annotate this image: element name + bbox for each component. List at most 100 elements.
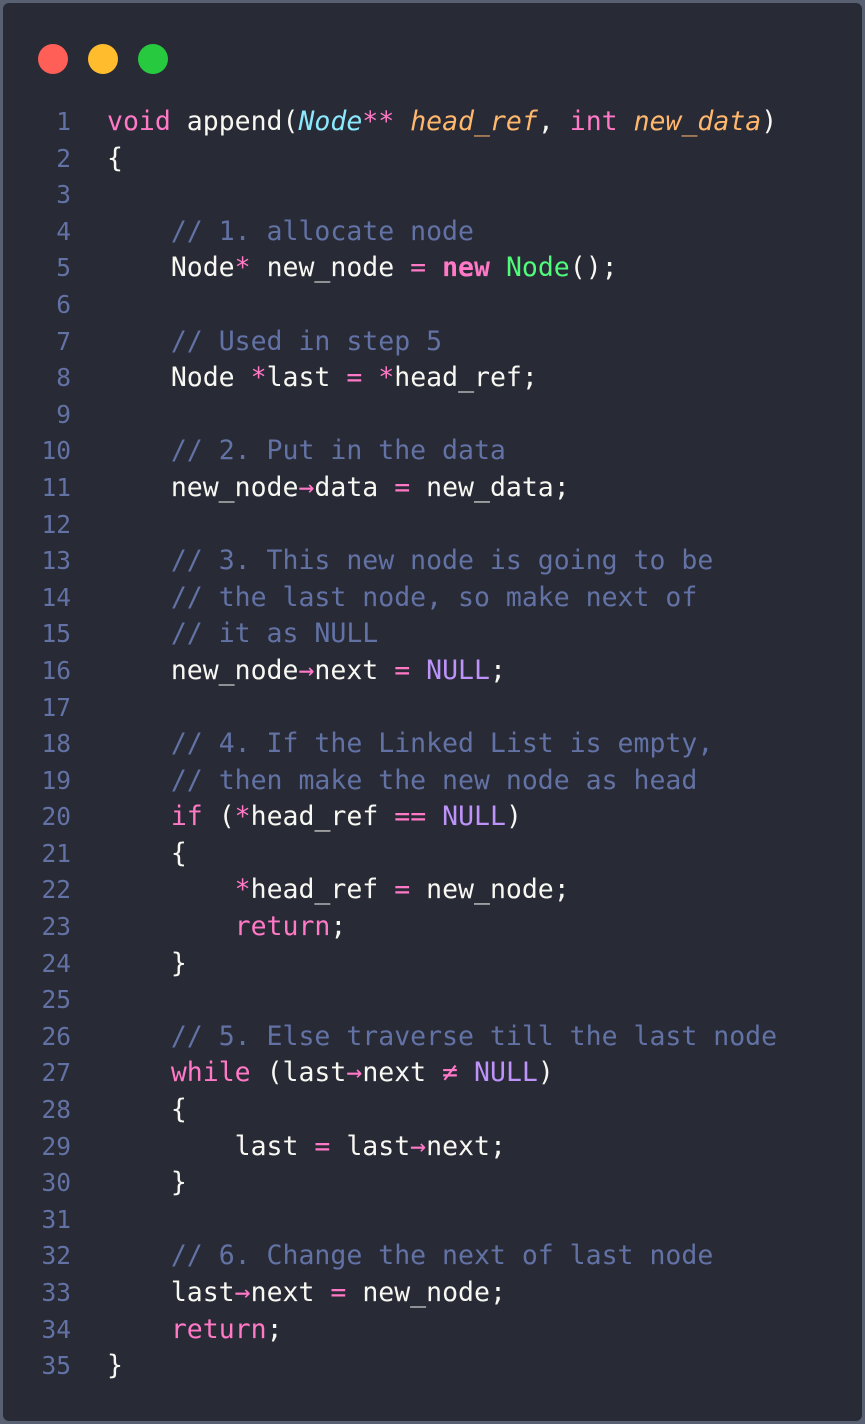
code-line: 35} [3, 1348, 862, 1385]
code-token: == [394, 801, 427, 833]
code-token: data [314, 471, 395, 503]
code-text: return; [107, 1312, 283, 1349]
code-token: → [298, 654, 315, 686]
code-text: // 2. Put in the data [107, 433, 506, 470]
code-token: // 1. allocate node [170, 215, 474, 247]
code-text: // 6. Change the next of last node [107, 1238, 713, 1275]
code-token: // it as NULL [170, 618, 379, 650]
code-line: 24 } [3, 946, 862, 983]
line-number: 3 [56, 180, 71, 210]
code-token: // 2. Put in the data [170, 435, 506, 467]
line-number: 19 [41, 765, 71, 795]
line-number: 35 [41, 1351, 71, 1381]
code-token: * [234, 874, 251, 906]
line-number: 16 [41, 655, 71, 685]
code-block[interactable]: 1 void append(Node** head_ref, int new_da… [3, 104, 862, 1385]
code-token: // then make the new node as head [170, 764, 698, 796]
code-line: 25 [3, 982, 862, 1019]
code-token: } [107, 1350, 123, 1382]
code-line: 12 [3, 507, 862, 544]
code-token: * [234, 801, 251, 833]
code-token: → [410, 1130, 427, 1162]
code-token: * [234, 252, 251, 284]
code-token: new_node [107, 654, 299, 686]
code-text: if (*head_ref == NULL) [107, 799, 522, 836]
code-line: 18 // 4. If the Linked List is empty, [3, 726, 862, 763]
line-number: 1 [56, 107, 71, 136]
line-number: 14 [41, 582, 71, 612]
code-line: 33 last→next = new_node; [3, 1275, 862, 1312]
code-token: (); [569, 252, 618, 284]
code-line: 16 new_node→next = NULL; [3, 653, 862, 690]
code-token: } [107, 1167, 187, 1199]
code-token: append( [170, 106, 299, 137]
code-text: new_node→data = new_data; [107, 470, 570, 507]
code-token: head_ref [250, 874, 395, 906]
code-token: new_node [107, 471, 299, 503]
line-number: 23 [41, 912, 71, 942]
code-token: Node [298, 106, 363, 137]
code-token: NULL [474, 1057, 538, 1089]
code-token: // 3. This new node is going to be [170, 545, 714, 577]
code-text: void append(Node** head_ref, int new_dat… [107, 104, 777, 141]
code-token: new_data; [410, 471, 570, 503]
code-token: ** [362, 106, 395, 137]
code-text: Node *last = *head_ref; [107, 360, 538, 397]
code-token: return [234, 911, 331, 943]
code-token: int [569, 106, 618, 137]
code-token: // 6. Change the next of last node [170, 1240, 714, 1272]
code-token: = [314, 1130, 331, 1162]
code-text: { [107, 1092, 187, 1129]
code-text: // it as NULL [107, 616, 378, 653]
line-number: 34 [41, 1314, 71, 1344]
code-token: new_node [250, 252, 411, 284]
line-number: 32 [41, 1241, 71, 1271]
code-text: // then make the new node as head [107, 763, 698, 800]
code-line: 17 [3, 690, 862, 727]
code-token: ) [505, 801, 522, 833]
close-dot-icon[interactable] [38, 44, 68, 74]
code-token: new_node; [410, 874, 570, 906]
line-number: 6 [56, 289, 71, 319]
maximize-dot-icon[interactable] [138, 44, 168, 74]
code-token: new_node; [346, 1277, 506, 1308]
code-token: NULL [426, 654, 490, 686]
code-token: { [107, 1094, 187, 1126]
code-token: // the last node, so make next of [170, 581, 698, 613]
line-number: 9 [56, 399, 71, 429]
line-number: 13 [41, 546, 71, 576]
code-text: { [107, 836, 187, 873]
line-number: 2 [56, 143, 71, 173]
code-token: ( [202, 801, 235, 833]
line-number: 20 [41, 802, 71, 832]
code-token: head_ref [410, 106, 538, 137]
code-token: ) [761, 106, 778, 137]
code-token: last [266, 362, 347, 394]
code-line: 28 { [3, 1092, 862, 1129]
code-token: { [107, 837, 187, 869]
code-line: 20 if (*head_ref == NULL) [3, 799, 862, 836]
code-text: // 4. If the Linked List is empty, [107, 726, 713, 763]
code-token: return [170, 1313, 267, 1345]
code-text: last→next = new_node; [107, 1275, 506, 1312]
code-text: // Used in step 5 [107, 324, 442, 361]
code-token: ; [489, 654, 506, 686]
minimize-dot-icon[interactable] [88, 44, 118, 74]
code-token: , [537, 106, 570, 137]
line-number: 30 [41, 1168, 71, 1198]
